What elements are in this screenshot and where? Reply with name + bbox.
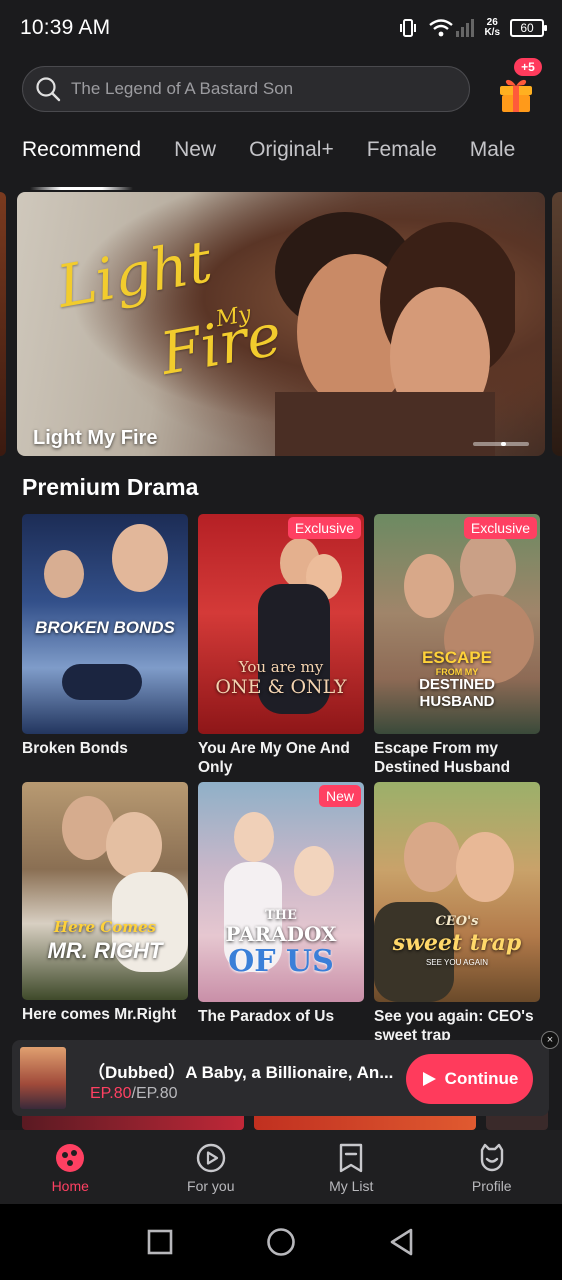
continue-watching-bar[interactable]: （Dubbed）A Baby, a Billionaire, An... EP.… xyxy=(12,1040,549,1116)
tab-recommend[interactable]: Recommend xyxy=(22,138,141,190)
nav-for-you[interactable]: For you xyxy=(141,1130,282,1204)
drama-card-sweet-trap[interactable]: CEO's sweet trap SEE YOU AGAIN See you a… xyxy=(374,782,540,1045)
nav-my-list-label: My List xyxy=(329,1178,374,1194)
nav-home[interactable]: Home xyxy=(0,1130,141,1204)
poster-title: BROKEN BONDS xyxy=(35,618,175,637)
continue-title: （Dubbed）A Baby, a Billionaire, An... xyxy=(88,1063,394,1082)
continue-thumbnail xyxy=(20,1047,66,1109)
tab-male[interactable]: Male xyxy=(470,138,516,178)
drama-card-paradox[interactable]: THE PARADOX OF US New The Paradox of Us xyxy=(198,782,364,1026)
poster-title-line3: OF US xyxy=(228,944,334,979)
continue-button[interactable]: Continue xyxy=(406,1054,533,1104)
battery-level: 60 xyxy=(520,21,534,35)
drama-title: Escape From my Destined Husband xyxy=(374,740,511,776)
status-icons: 26 K/s 60 xyxy=(398,17,547,39)
battery-icon: 60 xyxy=(510,19,547,37)
recents-icon[interactable] xyxy=(147,1229,173,1255)
section-title: Premium Drama xyxy=(22,474,199,500)
search-placeholder: The Legend of A Bastard Son xyxy=(71,79,294,98)
hero-banner[interactable]: Light My Fire Light My Fire xyxy=(17,192,545,456)
drama-title: The Paradox of Us xyxy=(198,1008,335,1025)
tab-female[interactable]: Female xyxy=(367,138,437,178)
nav-profile-label: Profile xyxy=(471,1178,512,1194)
poster-title-line2: MR. RIGHT xyxy=(47,938,163,963)
poster-title-line1: CEO's xyxy=(435,914,479,929)
bottom-nav: Home For you My List Profile xyxy=(0,1130,562,1204)
nav-for-you-label: For you xyxy=(187,1178,235,1194)
drama-poster: ESCAPE FROM MY DESTINED HUSBAND Exclusiv… xyxy=(374,514,540,734)
drama-poster: Here Comes MR. RIGHT xyxy=(22,782,188,1000)
back-icon[interactable] xyxy=(389,1228,415,1256)
gift-badge: +5 xyxy=(514,58,542,76)
drama-card-escape[interactable]: ESCAPE FROM MY DESTINED HUSBAND Exclusiv… xyxy=(374,514,540,777)
home-icon xyxy=(56,1144,85,1172)
drama-card-mr-right[interactable]: Here Comes MR. RIGHT Here comes Mr.Right xyxy=(22,782,188,1024)
new-badge: New xyxy=(318,785,361,807)
poster-title-line1: THE xyxy=(265,908,297,923)
banner-pagination xyxy=(473,442,529,446)
continue-button-label: Continue xyxy=(444,1069,519,1088)
system-nav-bar xyxy=(0,1204,562,1280)
close-icon[interactable]: × xyxy=(541,1031,559,1049)
nav-my-list[interactable]: My List xyxy=(281,1130,422,1204)
drama-poster: BROKEN BONDS xyxy=(22,514,188,734)
drama-card-one-and-only[interactable]: You are my ONE & ONLY Exclusive You Are … xyxy=(198,514,364,777)
search-input[interactable]: The Legend of A Bastard Son xyxy=(22,66,470,112)
exclusive-badge: Exclusive xyxy=(463,517,537,539)
status-time: 10:39 AM xyxy=(20,16,111,39)
gift-icon xyxy=(500,79,532,112)
nav-home-label: Home xyxy=(51,1178,89,1194)
poster-title-line2: ONE & ONLY xyxy=(215,676,347,698)
poster-title-line1: You are my xyxy=(238,658,324,676)
tab-new[interactable]: New xyxy=(174,138,216,178)
bookmark-icon xyxy=(340,1143,363,1173)
poster-title-line1: Here Comes xyxy=(53,918,157,936)
banner-logo-line1: Light xyxy=(52,227,217,321)
banner-next-peek[interactable] xyxy=(552,192,562,456)
drama-title: You Are My One And Only xyxy=(198,740,350,776)
speed-unit: K/s xyxy=(484,27,500,38)
banner-prev-peek[interactable] xyxy=(0,192,6,456)
poster-title-line3: SEE YOU AGAIN xyxy=(425,958,489,967)
category-tabs: Recommend New Original+ Female Male xyxy=(22,138,548,190)
home-button-icon[interactable] xyxy=(266,1227,296,1257)
continue-episode: EP.80/EP.80 xyxy=(90,1085,178,1103)
banner-pagination-active xyxy=(501,442,506,446)
network-speed: 26 K/s xyxy=(484,18,500,38)
profile-icon xyxy=(480,1143,503,1172)
status-bar: 10:39 AM 26 K/s 60 xyxy=(0,0,562,56)
episode-current: EP.80 xyxy=(90,1085,132,1102)
episode-total: /EP.80 xyxy=(131,1085,178,1102)
tab-original-plus[interactable]: Original+ xyxy=(249,138,334,178)
nav-profile[interactable]: Profile xyxy=(422,1130,562,1204)
banner-logo: Light My Fire xyxy=(52,227,286,388)
drama-title: Broken Bonds xyxy=(22,740,128,757)
poster-title-line2: sweet trap xyxy=(392,930,522,956)
drama-poster: CEO's sweet trap SEE YOU AGAIN xyxy=(374,782,540,1002)
drama-card-broken-bonds[interactable]: BROKEN BONDS Broken Bonds xyxy=(22,514,188,758)
drama-poster: You are my ONE & ONLY Exclusive xyxy=(198,514,364,734)
vibrate-icon xyxy=(400,19,417,37)
drama-title: Here comes Mr.Right xyxy=(22,1006,177,1023)
drama-poster: THE PARADOX OF US New xyxy=(198,782,364,1002)
play-icon xyxy=(422,1072,436,1086)
search-icon xyxy=(36,77,61,102)
poster-title-line3: DESTINED HUSBAND xyxy=(419,676,495,710)
banner-title: Light My Fire xyxy=(33,427,158,449)
poster-title-line2: PARADOX xyxy=(225,922,337,946)
wifi-icon xyxy=(429,19,475,37)
exclusive-badge: Exclusive xyxy=(287,517,361,539)
gift-button[interactable]: +5 xyxy=(494,58,544,114)
play-circle-icon xyxy=(196,1143,225,1173)
poster-title-line1: ESCAPE xyxy=(422,648,492,667)
